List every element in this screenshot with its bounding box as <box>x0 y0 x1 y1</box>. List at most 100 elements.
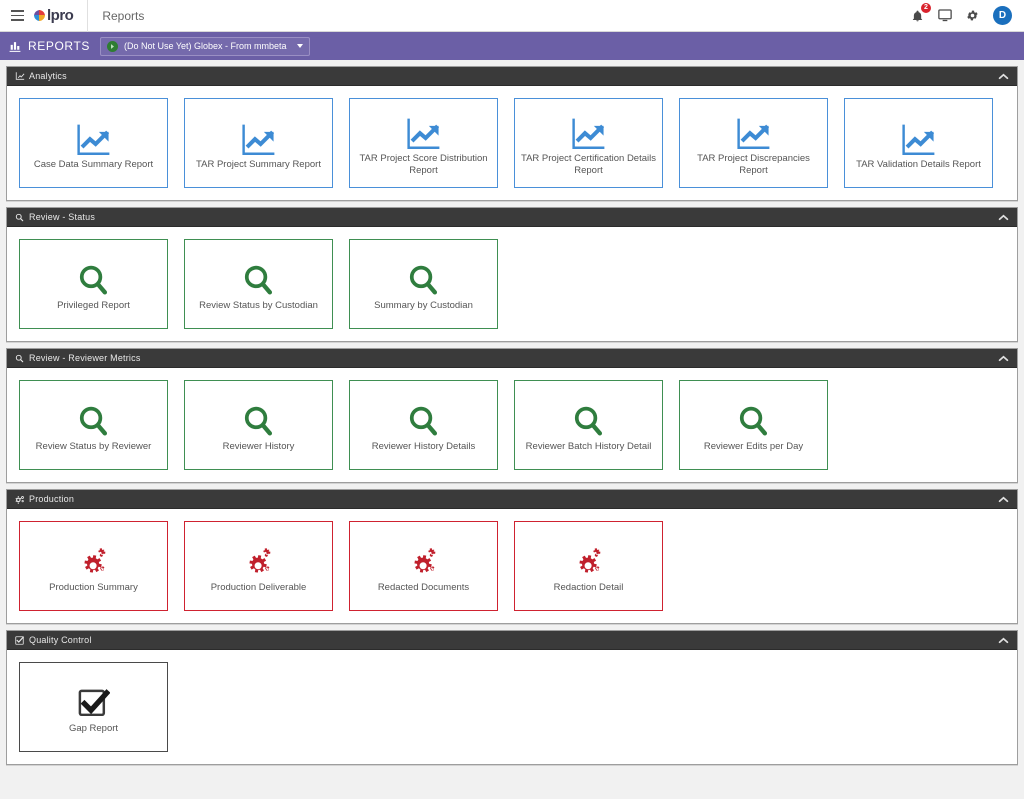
ipro-logo: lpro <box>34 7 87 24</box>
report-card-label: Reviewer History <box>223 441 295 453</box>
panel-analytics: Analytics Case Data Summary Report TAR Pro… <box>6 66 1018 201</box>
report-card[interactable]: Production Summary <box>19 521 168 611</box>
report-card-label: Redaction Detail <box>554 582 624 594</box>
magnifier-icon <box>77 256 110 298</box>
settings-button[interactable] <box>966 9 979 22</box>
magnifier-icon <box>407 256 440 298</box>
report-sections: Analytics Case Data Summary Report TAR Pro… <box>6 66 1018 765</box>
report-card[interactable]: Redacted Documents <box>349 521 498 611</box>
report-card[interactable]: Review Status by Reviewer <box>19 380 168 470</box>
panel-header-production[interactable]: Production <box>7 490 1017 509</box>
panel-header-review-status[interactable]: Review - Status <box>7 208 1017 227</box>
collapse-toggle-quality-control[interactable] <box>998 637 1009 644</box>
panel-quality-control: Quality Control Gap Report <box>6 630 1018 765</box>
panel-body-quality-control: Gap Report <box>7 650 1017 764</box>
report-card-label: TAR Validation Details Report <box>856 159 981 171</box>
gears-icon <box>406 538 442 580</box>
report-card[interactable]: TAR Validation Details Report <box>844 98 993 188</box>
panel-header-analytics[interactable]: Analytics <box>7 67 1017 86</box>
panel-title-quality-control: Quality Control <box>29 635 92 645</box>
collapse-toggle-review-reviewer-metrics[interactable] <box>998 355 1009 362</box>
report-card[interactable]: Redaction Detail <box>514 521 663 611</box>
panel-header-review-reviewer-metrics[interactable]: Review - Reviewer Metrics <box>7 349 1017 368</box>
magnifier-icon <box>15 354 29 363</box>
trend-chart-icon <box>76 115 112 157</box>
report-card[interactable]: Privileged Report <box>19 239 168 329</box>
panel-title-production: Production <box>29 494 74 504</box>
gears-icon <box>241 538 277 580</box>
report-card-label: TAR Project Certification Details Report <box>521 153 656 177</box>
project-name: (Do Not Use Yet) Globex - From mmbeta <box>124 41 287 51</box>
magnifier-icon <box>15 213 29 222</box>
report-card[interactable]: Reviewer History Details <box>349 380 498 470</box>
report-card-label: Reviewer Batch History Detail <box>526 441 652 453</box>
magnifier-icon <box>77 397 110 439</box>
hamburger-menu-icon[interactable] <box>0 10 34 21</box>
report-card[interactable]: Gap Report <box>19 662 168 752</box>
report-card-label: Summary by Custodian <box>374 300 473 312</box>
panel-title-review-reviewer-metrics: Review - Reviewer Metrics <box>29 353 141 363</box>
gears-icon <box>571 538 607 580</box>
gear-icon <box>966 9 979 22</box>
report-card[interactable]: TAR Project Score Distribution Report <box>349 98 498 188</box>
panel-production: Production Production Summary Production D… <box>6 489 1018 624</box>
report-card-label: Review Status by Reviewer <box>36 441 152 453</box>
panel-title-analytics: Analytics <box>29 71 67 81</box>
messages-button[interactable] <box>938 9 952 22</box>
magnifier-icon <box>242 256 275 298</box>
module-bar: REPORTS (Do Not Use Yet) Globex - From m… <box>0 32 1024 60</box>
module-title: REPORTS <box>8 39 90 53</box>
logo-mark-icon <box>34 10 45 21</box>
panel-header-quality-control[interactable]: Quality Control <box>7 631 1017 650</box>
report-card-label: Redacted Documents <box>378 582 469 594</box>
report-card[interactable]: TAR Project Discrepancies Report <box>679 98 828 188</box>
report-card-label: Production Deliverable <box>211 582 307 594</box>
report-card[interactable]: Reviewer Edits per Day <box>679 380 828 470</box>
panel-body-review-status: Privileged Report Review Status by Custod… <box>7 227 1017 341</box>
app-bar: lpro Reports 2 D <box>0 0 1024 32</box>
report-card-label: TAR Project Discrepancies Report <box>686 153 821 177</box>
page-title: Reports <box>88 9 144 23</box>
magnifier-icon <box>737 397 770 439</box>
report-card-label: Gap Report <box>69 723 118 735</box>
panel-body-review-reviewer-metrics: Review Status by Reviewer Reviewer Histor… <box>7 368 1017 482</box>
report-card[interactable]: TAR Project Certification Details Report <box>514 98 663 188</box>
report-card[interactable]: TAR Project Summary Report <box>184 98 333 188</box>
trend-chart-icon <box>901 115 937 157</box>
report-card[interactable]: Reviewer Batch History Detail <box>514 380 663 470</box>
user-avatar[interactable]: D <box>993 6 1012 25</box>
chart-icon <box>8 40 22 53</box>
project-selector[interactable]: (Do Not Use Yet) Globex - From mmbeta <box>100 37 310 56</box>
trend-chart-icon <box>736 109 772 151</box>
report-card-label: TAR Project Score Distribution Report <box>356 153 491 177</box>
gears-icon <box>76 538 112 580</box>
notifications-badge: 2 <box>921 3 931 13</box>
panel-title-review-status: Review - Status <box>29 212 95 222</box>
report-card[interactable]: Review Status by Custodian <box>184 239 333 329</box>
chevron-down-icon <box>297 44 303 48</box>
report-card-label: Reviewer Edits per Day <box>704 441 803 453</box>
panel-body-analytics: Case Data Summary Report TAR Project Summ… <box>7 86 1017 200</box>
report-card[interactable]: Reviewer History <box>184 380 333 470</box>
module-name: REPORTS <box>28 39 90 53</box>
magnifier-icon <box>242 397 275 439</box>
report-card-label: Case Data Summary Report <box>34 159 153 171</box>
trend-chart-icon <box>571 109 607 151</box>
line-chart-icon <box>15 71 29 81</box>
collapse-toggle-production[interactable] <box>998 496 1009 503</box>
report-card-label: Production Summary <box>49 582 138 594</box>
report-card[interactable]: Case Data Summary Report <box>19 98 168 188</box>
logo-text: lpro <box>47 7 73 24</box>
app-bar-actions: 2 D <box>911 6 1024 25</box>
notifications-button[interactable]: 2 <box>911 9 924 23</box>
trend-chart-icon <box>241 115 277 157</box>
report-card[interactable]: Production Deliverable <box>184 521 333 611</box>
panel-body-production: Production Summary Production Deliverable… <box>7 509 1017 623</box>
collapse-toggle-analytics[interactable] <box>998 73 1009 80</box>
report-card-label: TAR Project Summary Report <box>196 159 321 171</box>
status-dot-icon <box>107 41 118 52</box>
report-card[interactable]: Summary by Custodian <box>349 239 498 329</box>
collapse-toggle-review-status[interactable] <box>998 214 1009 221</box>
gears-icon <box>15 495 29 504</box>
report-card-label: Privileged Report <box>57 300 130 312</box>
